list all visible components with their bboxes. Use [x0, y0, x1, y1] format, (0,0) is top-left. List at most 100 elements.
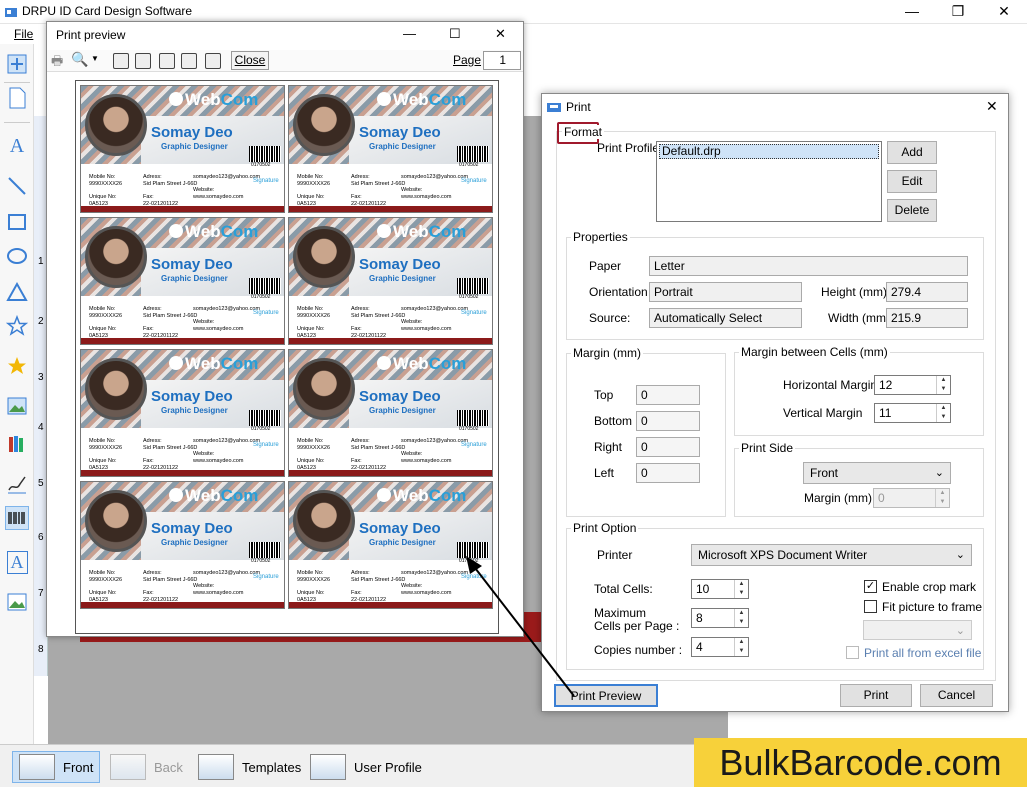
- app-title: DRPU ID Card Design Software: [22, 4, 193, 18]
- chevron-down-icon: ⌄: [955, 549, 965, 561]
- tab-front[interactable]: Front: [12, 751, 101, 783]
- profile-list[interactable]: Default.drp: [656, 141, 882, 222]
- barcode-tool-icon[interactable]: [5, 506, 29, 530]
- four-pages-icon[interactable]: [181, 53, 197, 69]
- print-preview-button[interactable]: Print Preview: [554, 684, 658, 707]
- tab-back[interactable]: Back: [104, 751, 189, 783]
- card-role: Graphic Designer: [161, 142, 228, 151]
- watermark-tool-icon[interactable]: A: [5, 550, 29, 574]
- pp-maximize-button[interactable]: ☐: [449, 26, 461, 42]
- templates-icon: [198, 754, 234, 780]
- line-tool-icon[interactable]: [5, 174, 29, 198]
- pp-close-button[interactable]: ✕: [495, 26, 506, 42]
- maximize-button[interactable]: ❐: [935, 0, 981, 24]
- card-role: Graphic Designer: [369, 538, 436, 547]
- card-name: Somay Deo: [359, 124, 441, 141]
- id-card-preview: WebCom Somay Deo Graphic Designer 0170502 Mo…: [80, 481, 285, 609]
- total-cells-label: Total Cells:: [594, 582, 653, 596]
- card-photo: [293, 490, 355, 552]
- print-button[interactable]: Print: [840, 684, 912, 707]
- card-role: Graphic Designer: [369, 274, 436, 283]
- close-button[interactable]: ✕: [981, 0, 1027, 24]
- symbol-tool-icon[interactable]: [5, 354, 29, 378]
- back-card-icon: [110, 754, 146, 780]
- three-pages-icon[interactable]: [159, 53, 175, 69]
- copies-stepper[interactable]: 4 ▲ ▼: [691, 637, 749, 657]
- page-stepper[interactable]: 1: [483, 51, 521, 70]
- edit-button[interactable]: Edit: [887, 170, 937, 193]
- delete-button[interactable]: Delete: [887, 199, 937, 222]
- max-cells-label-1: Maximum: [594, 606, 647, 620]
- height-label: Height (mm): [821, 285, 888, 299]
- left-margin-field[interactable]: 0: [636, 463, 700, 483]
- triangle-tool-icon[interactable]: [5, 280, 29, 304]
- total-cells-stepper[interactable]: 10 ▲ ▼: [691, 579, 749, 599]
- side-margin-stepper[interactable]: 0 ▲ ▼: [873, 488, 950, 508]
- rectangle-tool-icon[interactable]: [5, 210, 29, 234]
- orientation-label: Orientation: [589, 285, 648, 299]
- picture-tool-icon[interactable]: [5, 590, 29, 614]
- chevron-down-icon[interactable]: ▼: [91, 54, 99, 63]
- image-tool-icon[interactable]: [5, 394, 29, 418]
- vertical-margin-stepper[interactable]: 11 ▲ ▼: [874, 403, 951, 423]
- card-logo: WebCom: [393, 222, 467, 241]
- card-photo: [85, 490, 147, 552]
- id-card-preview: WebCom Somay Deo Graphic Designer 0170502 Mo…: [80, 349, 285, 477]
- card-photo: [293, 358, 355, 420]
- card-name: Somay Deo: [359, 388, 441, 405]
- print-dialog-title: Print: [566, 100, 591, 114]
- new-page-icon[interactable]: [5, 86, 29, 110]
- card-logo: WebCom: [393, 486, 467, 505]
- print-option-group-label: Print Option: [571, 521, 639, 535]
- excel-select[interactable]: ⌄: [863, 620, 972, 640]
- card-logo: WebCom: [185, 486, 259, 505]
- tab-format[interactable]: Format: [562, 125, 605, 139]
- card-logo: WebCom: [393, 90, 467, 109]
- card-photo: [293, 226, 355, 288]
- pp-close-toolbar-button[interactable]: Close: [231, 51, 269, 70]
- card-barcode: [457, 278, 489, 294]
- signature-tool-icon[interactable]: [5, 472, 29, 496]
- one-page-icon[interactable]: [113, 53, 129, 69]
- tab-templates[interactable]: Templates: [192, 751, 307, 783]
- menu-file[interactable]: File: [14, 27, 33, 41]
- menu-bar: File: [0, 24, 48, 44]
- id-card-preview: WebCom Somay Deo Graphic Designer 0170502 Mo…: [80, 85, 285, 213]
- text-tool-icon[interactable]: A: [5, 134, 29, 158]
- printer-icon[interactable]: 🖶: [51, 52, 63, 74]
- top-margin-field[interactable]: 0: [636, 385, 700, 405]
- two-pages-icon[interactable]: [135, 53, 151, 69]
- tab-user-profile[interactable]: User Profile: [304, 751, 428, 783]
- print-preview-title: Print preview: [56, 28, 126, 42]
- vertical-margin-label: Vertical Margin: [783, 406, 863, 420]
- id-card-preview: WebCom Somay Deo Graphic Designer 0170502 Mo…: [288, 217, 493, 345]
- card-role: Graphic Designer: [161, 274, 228, 283]
- horizontal-margin-stepper[interactable]: 12 ▲ ▼: [874, 375, 951, 395]
- max-cells-stepper[interactable]: 8 ▲ ▼: [691, 608, 749, 628]
- print-excel-checkbox[interactable]: [846, 646, 859, 659]
- fit-picture-checkbox[interactable]: [864, 600, 877, 613]
- add-button[interactable]: Add: [887, 141, 937, 164]
- crop-mark-label: Enable crop mark: [882, 580, 977, 594]
- print-side-select[interactable]: Front ⌄: [803, 462, 951, 484]
- zoom-fit-icon[interactable]: [5, 52, 29, 76]
- minimize-button[interactable]: —: [889, 0, 935, 24]
- chevron-down-icon: ⌄: [934, 467, 944, 479]
- card-role: Graphic Designer: [161, 406, 228, 415]
- profile-list-item[interactable]: Default.drp: [659, 144, 879, 159]
- printer-select[interactable]: Microsoft XPS Document Writer ⌄: [691, 544, 972, 566]
- six-pages-icon[interactable]: [205, 53, 221, 69]
- right-margin-field[interactable]: 0: [636, 437, 700, 457]
- card-barcode: [249, 410, 281, 426]
- ellipse-tool-icon[interactable]: [5, 244, 29, 268]
- card-role: Graphic Designer: [369, 142, 436, 151]
- pp-minimize-button[interactable]: —: [403, 26, 416, 41]
- star-tool-icon[interactable]: [5, 314, 29, 338]
- crop-mark-checkbox[interactable]: ✓: [864, 580, 877, 593]
- close-icon[interactable]: ✕: [986, 98, 998, 115]
- zoom-icon[interactable]: 🔍: [71, 51, 88, 68]
- printer-label: Printer: [597, 548, 633, 562]
- bottom-margin-field[interactable]: 0: [636, 411, 700, 431]
- library-tool-icon[interactable]: [5, 432, 29, 456]
- cancel-button[interactable]: Cancel: [920, 684, 993, 707]
